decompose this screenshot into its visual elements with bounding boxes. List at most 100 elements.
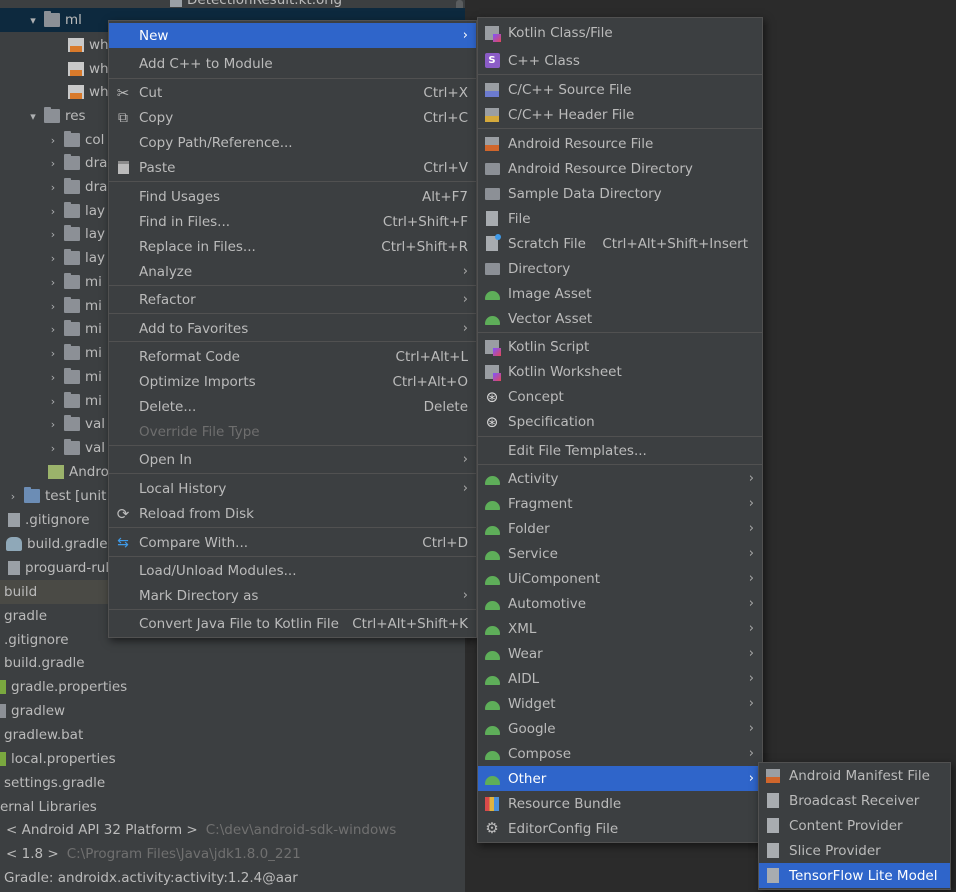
menu-item-compare-with[interactable]: ⇆ Compare With... Ctrl+D xyxy=(109,530,476,555)
menu-item-edit-file-templates[interactable]: Edit File Templates... xyxy=(478,438,762,463)
menu-item-open-in[interactable]: Open In › xyxy=(109,447,476,472)
menu-item-concept[interactable]: ⊛ Concept xyxy=(478,384,762,409)
menu-item-cpp-header-file[interactable]: C/C++ Header File xyxy=(478,102,762,127)
menu-item-kotlin-worksheet[interactable]: Kotlin Worksheet xyxy=(478,359,762,384)
menu-item-fragment[interactable]: Fragment › xyxy=(478,491,762,516)
chevron-right-icon[interactable]: › xyxy=(46,417,60,431)
menu-item-label: Override File Type xyxy=(139,423,260,440)
chevron-right-icon[interactable]: › xyxy=(46,370,60,384)
chevron-right-icon[interactable]: › xyxy=(46,180,60,194)
menu-item-editorconfig-file[interactable]: ⚙ EditorConfig File xyxy=(478,816,762,841)
menu-item-sample-data-directory[interactable]: Sample Data Directory xyxy=(478,181,762,206)
menu-item-convert-java-to-kotlin[interactable]: Convert Java File to Kotlin File Ctrl+Al… xyxy=(109,611,476,636)
menu-item-cpp-source-file[interactable]: C/C++ Source File xyxy=(478,77,762,102)
menu-item-wear[interactable]: Wear › xyxy=(478,641,762,666)
chevron-right-icon[interactable]: › xyxy=(46,156,60,170)
menu-item-google[interactable]: Google › xyxy=(478,716,762,741)
chevron-right-icon: › xyxy=(748,471,754,486)
chevron-right-icon[interactable]: › xyxy=(46,346,60,360)
chevron-right-icon[interactable]: › xyxy=(46,204,60,218)
menu-item-folder[interactable]: Folder › xyxy=(478,516,762,541)
menu-item-directory[interactable]: Directory xyxy=(478,256,762,281)
menu-item-vector-asset[interactable]: Vector Asset xyxy=(478,306,762,331)
menu-item-paste[interactable]: Paste Ctrl+V xyxy=(109,155,476,180)
tree-row[interactable]: gradlew xyxy=(0,699,465,723)
menu-item-file[interactable]: File xyxy=(478,206,762,231)
tree-row[interactable]: local.properties xyxy=(0,747,465,771)
menu-item-tensorflow-lite-model[interactable]: TensorFlow Lite Model xyxy=(759,863,950,888)
menu-item-specification[interactable]: ⊛ Specification xyxy=(478,409,762,434)
menu-item-android-resource-directory[interactable]: Android Resource Directory xyxy=(478,156,762,181)
cpp-class-icon: S xyxy=(484,53,500,69)
chevron-right-icon[interactable]: › xyxy=(46,441,60,455)
tree-row[interactable]: < Android API 32 Platform > C:\dev\andro… xyxy=(0,818,465,842)
menu-item-add-cpp-to-module[interactable]: Add C++ to Module xyxy=(109,51,476,76)
menu-item-android-manifest-file[interactable]: Android Manifest File xyxy=(759,763,950,788)
tree-row[interactable]: settings.gradle xyxy=(0,771,465,795)
menu-item-service[interactable]: Service › xyxy=(478,541,762,566)
menu-item-replace-in-files[interactable]: Replace in Files... Ctrl+Shift+R xyxy=(109,234,476,259)
menu-item-cpp-class[interactable]: S C++ Class xyxy=(478,48,762,73)
menu-item-load-unload-modules[interactable]: Load/Unload Modules... xyxy=(109,558,476,583)
menu-item-label: Load/Unload Modules... xyxy=(139,562,297,579)
chevron-right-icon[interactable]: › xyxy=(46,275,60,289)
chevron-right-icon[interactable]: › xyxy=(46,322,60,336)
menu-item-kotlin-class-file[interactable]: Kotlin Class/File xyxy=(478,20,762,45)
tree-row-label: mi xyxy=(85,345,102,361)
menu-item-mark-directory-as[interactable]: Mark Directory as › xyxy=(109,583,476,608)
tree-row-label: mi xyxy=(85,393,102,409)
chevron-right-icon[interactable]: › xyxy=(6,489,20,503)
chevron-down-icon[interactable]: ▾ xyxy=(26,13,40,27)
menu-item-scratch-file[interactable]: Scratch File Ctrl+Alt+Shift+Insert xyxy=(478,231,762,256)
menu-item-aidl[interactable]: AIDL › xyxy=(478,666,762,691)
menu-item-other[interactable]: Other › xyxy=(478,766,762,791)
tree-row[interactable]: Gradle: androidx.activity:activity:1.2.4… xyxy=(0,866,465,890)
menu-item-copy-path[interactable]: Copy Path/Reference... xyxy=(109,130,476,155)
chevron-right-icon[interactable]: › xyxy=(46,299,60,313)
menu-item-slice-provider[interactable]: Slice Provider xyxy=(759,838,950,863)
menu-item-copy[interactable]: ⧉ Copy Ctrl+C xyxy=(109,105,476,130)
menu-item-widget[interactable]: Widget › xyxy=(478,691,762,716)
menu-item-find-usages[interactable]: Find Usages Alt+F7 xyxy=(109,184,476,209)
menu-item-label: Kotlin Script xyxy=(508,338,590,355)
menu-item-reformat-code[interactable]: Reformat Code Ctrl+Alt+L xyxy=(109,344,476,369)
menu-item-cut[interactable]: ✂ Cut Ctrl+X xyxy=(109,80,476,105)
menu-item-resource-bundle[interactable]: Resource Bundle xyxy=(478,791,762,816)
folder-icon xyxy=(64,178,80,194)
menu-item-image-asset[interactable]: Image Asset xyxy=(478,281,762,306)
menu-item-automotive[interactable]: Automotive › xyxy=(478,591,762,616)
folder-icon xyxy=(64,225,80,241)
chevron-right-icon[interactable]: › xyxy=(46,251,60,265)
menu-item-refactor[interactable]: Refactor › xyxy=(109,287,476,312)
menu-item-optimize-imports[interactable]: Optimize Imports Ctrl+Alt+O xyxy=(109,369,476,394)
menu-item-compose[interactable]: Compose › xyxy=(478,741,762,766)
menu-item-reload-from-disk[interactable]: ⟳ Reload from Disk xyxy=(109,501,476,526)
menu-item-delete[interactable]: Delete... Delete xyxy=(109,394,476,419)
tree-row[interactable]: < 1.8 > C:\Program Files\Java\jdk1.8.0_2… xyxy=(0,842,465,866)
tree-row[interactable]: gradlew.bat xyxy=(0,723,465,747)
chevron-down-icon[interactable]: ▾ xyxy=(26,109,40,123)
menu-item-add-to-favorites[interactable]: Add to Favorites › xyxy=(109,316,476,341)
menu-item-label: Delete... xyxy=(139,398,197,415)
menu-item-activity[interactable]: Activity › xyxy=(478,466,762,491)
menu-item-android-resource-file[interactable]: Android Resource File xyxy=(478,131,762,156)
menu-item-label: Automotive xyxy=(508,595,587,612)
menu-item-uicomponent[interactable]: UiComponent › xyxy=(478,566,762,591)
tree-row[interactable]: gradle.properties xyxy=(0,675,465,699)
chevron-right-icon[interactable]: › xyxy=(46,227,60,241)
tree-row-label: lay xyxy=(85,226,106,242)
menu-item-find-in-files[interactable]: Find in Files... Ctrl+Shift+F xyxy=(109,209,476,234)
tree-row[interactable]: build.gradle xyxy=(0,651,465,675)
menu-item-xml[interactable]: XML › xyxy=(478,616,762,641)
tree-row-external-libraries[interactable]: ernal Libraries xyxy=(0,795,465,819)
menu-item-kotlin-script[interactable]: Kotlin Script xyxy=(478,334,762,359)
folder-icon xyxy=(64,344,80,360)
menu-item-local-history[interactable]: Local History › xyxy=(109,476,476,501)
manifest-file-icon xyxy=(48,465,64,479)
chevron-right-icon[interactable]: › xyxy=(46,394,60,408)
menu-item-content-provider[interactable]: Content Provider xyxy=(759,813,950,838)
menu-item-new[interactable]: New › xyxy=(109,23,476,48)
menu-item-analyze[interactable]: Analyze › xyxy=(109,259,476,284)
chevron-right-icon[interactable]: › xyxy=(46,133,60,147)
menu-item-broadcast-receiver[interactable]: Broadcast Receiver xyxy=(759,788,950,813)
